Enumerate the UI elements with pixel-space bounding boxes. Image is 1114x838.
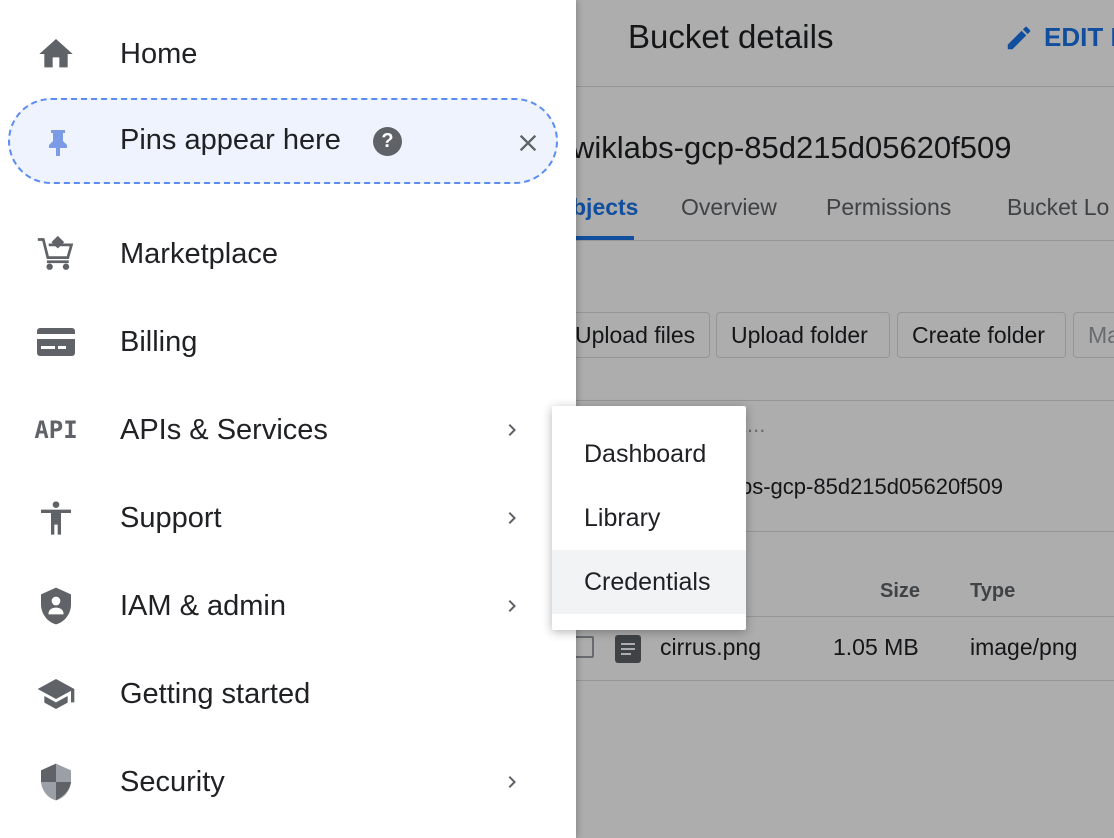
credit-card-icon — [36, 322, 76, 362]
nav-item-iam-admin[interactable]: IAM & admin — [0, 562, 576, 650]
apis-services-submenu: Dashboard Library Credentials — [552, 406, 746, 630]
nav-label-apis-services: APIs & Services — [120, 413, 328, 446]
api-icon: API — [34, 416, 78, 444]
nav-item-support[interactable]: Support — [0, 474, 576, 562]
shopping-cart-icon — [36, 234, 76, 274]
nav-label-getting-started: Getting started — [120, 677, 311, 710]
chevron-right-icon — [508, 424, 516, 436]
nav-label-iam-admin: IAM & admin — [120, 589, 286, 622]
accessibility-icon — [36, 498, 76, 538]
graduation-cap-icon — [36, 674, 76, 714]
nav-label-marketplace: Marketplace — [120, 237, 278, 270]
nav-label-billing: Billing — [120, 325, 198, 358]
nav-label-security: Security — [120, 765, 225, 798]
nav-label-home: Home — [120, 37, 198, 70]
pins-placeholder: Pins appear here ? — [8, 98, 558, 184]
chevron-right-icon — [508, 512, 516, 524]
nav-label-support: Support — [120, 501, 222, 534]
submenu-item-dashboard[interactable]: Dashboard — [552, 422, 746, 486]
nav-item-home[interactable]: Home — [0, 10, 576, 98]
navigation-drawer: Home Pins appear here ? Marketplace Bill… — [0, 0, 576, 838]
chevron-right-icon — [508, 776, 516, 788]
nav-item-getting-started[interactable]: Getting started — [0, 650, 576, 738]
submenu-item-library[interactable]: Library — [552, 486, 746, 550]
nav-item-apis-services[interactable]: API APIs & Services — [0, 386, 576, 474]
close-icon[interactable] — [514, 129, 542, 157]
home-icon — [36, 34, 76, 74]
nav-item-marketplace[interactable]: Marketplace — [0, 210, 576, 298]
shield-person-icon — [36, 586, 76, 626]
pins-label: Pins appear here — [120, 124, 341, 156]
pin-icon — [49, 130, 67, 156]
help-icon[interactable]: ? — [373, 127, 402, 156]
chevron-right-icon — [508, 600, 516, 612]
security-shield-icon — [36, 762, 76, 802]
nav-item-billing[interactable]: Billing — [0, 298, 576, 386]
submenu-item-credentials[interactable]: Credentials — [552, 550, 746, 614]
nav-item-security[interactable]: Security — [0, 738, 576, 826]
